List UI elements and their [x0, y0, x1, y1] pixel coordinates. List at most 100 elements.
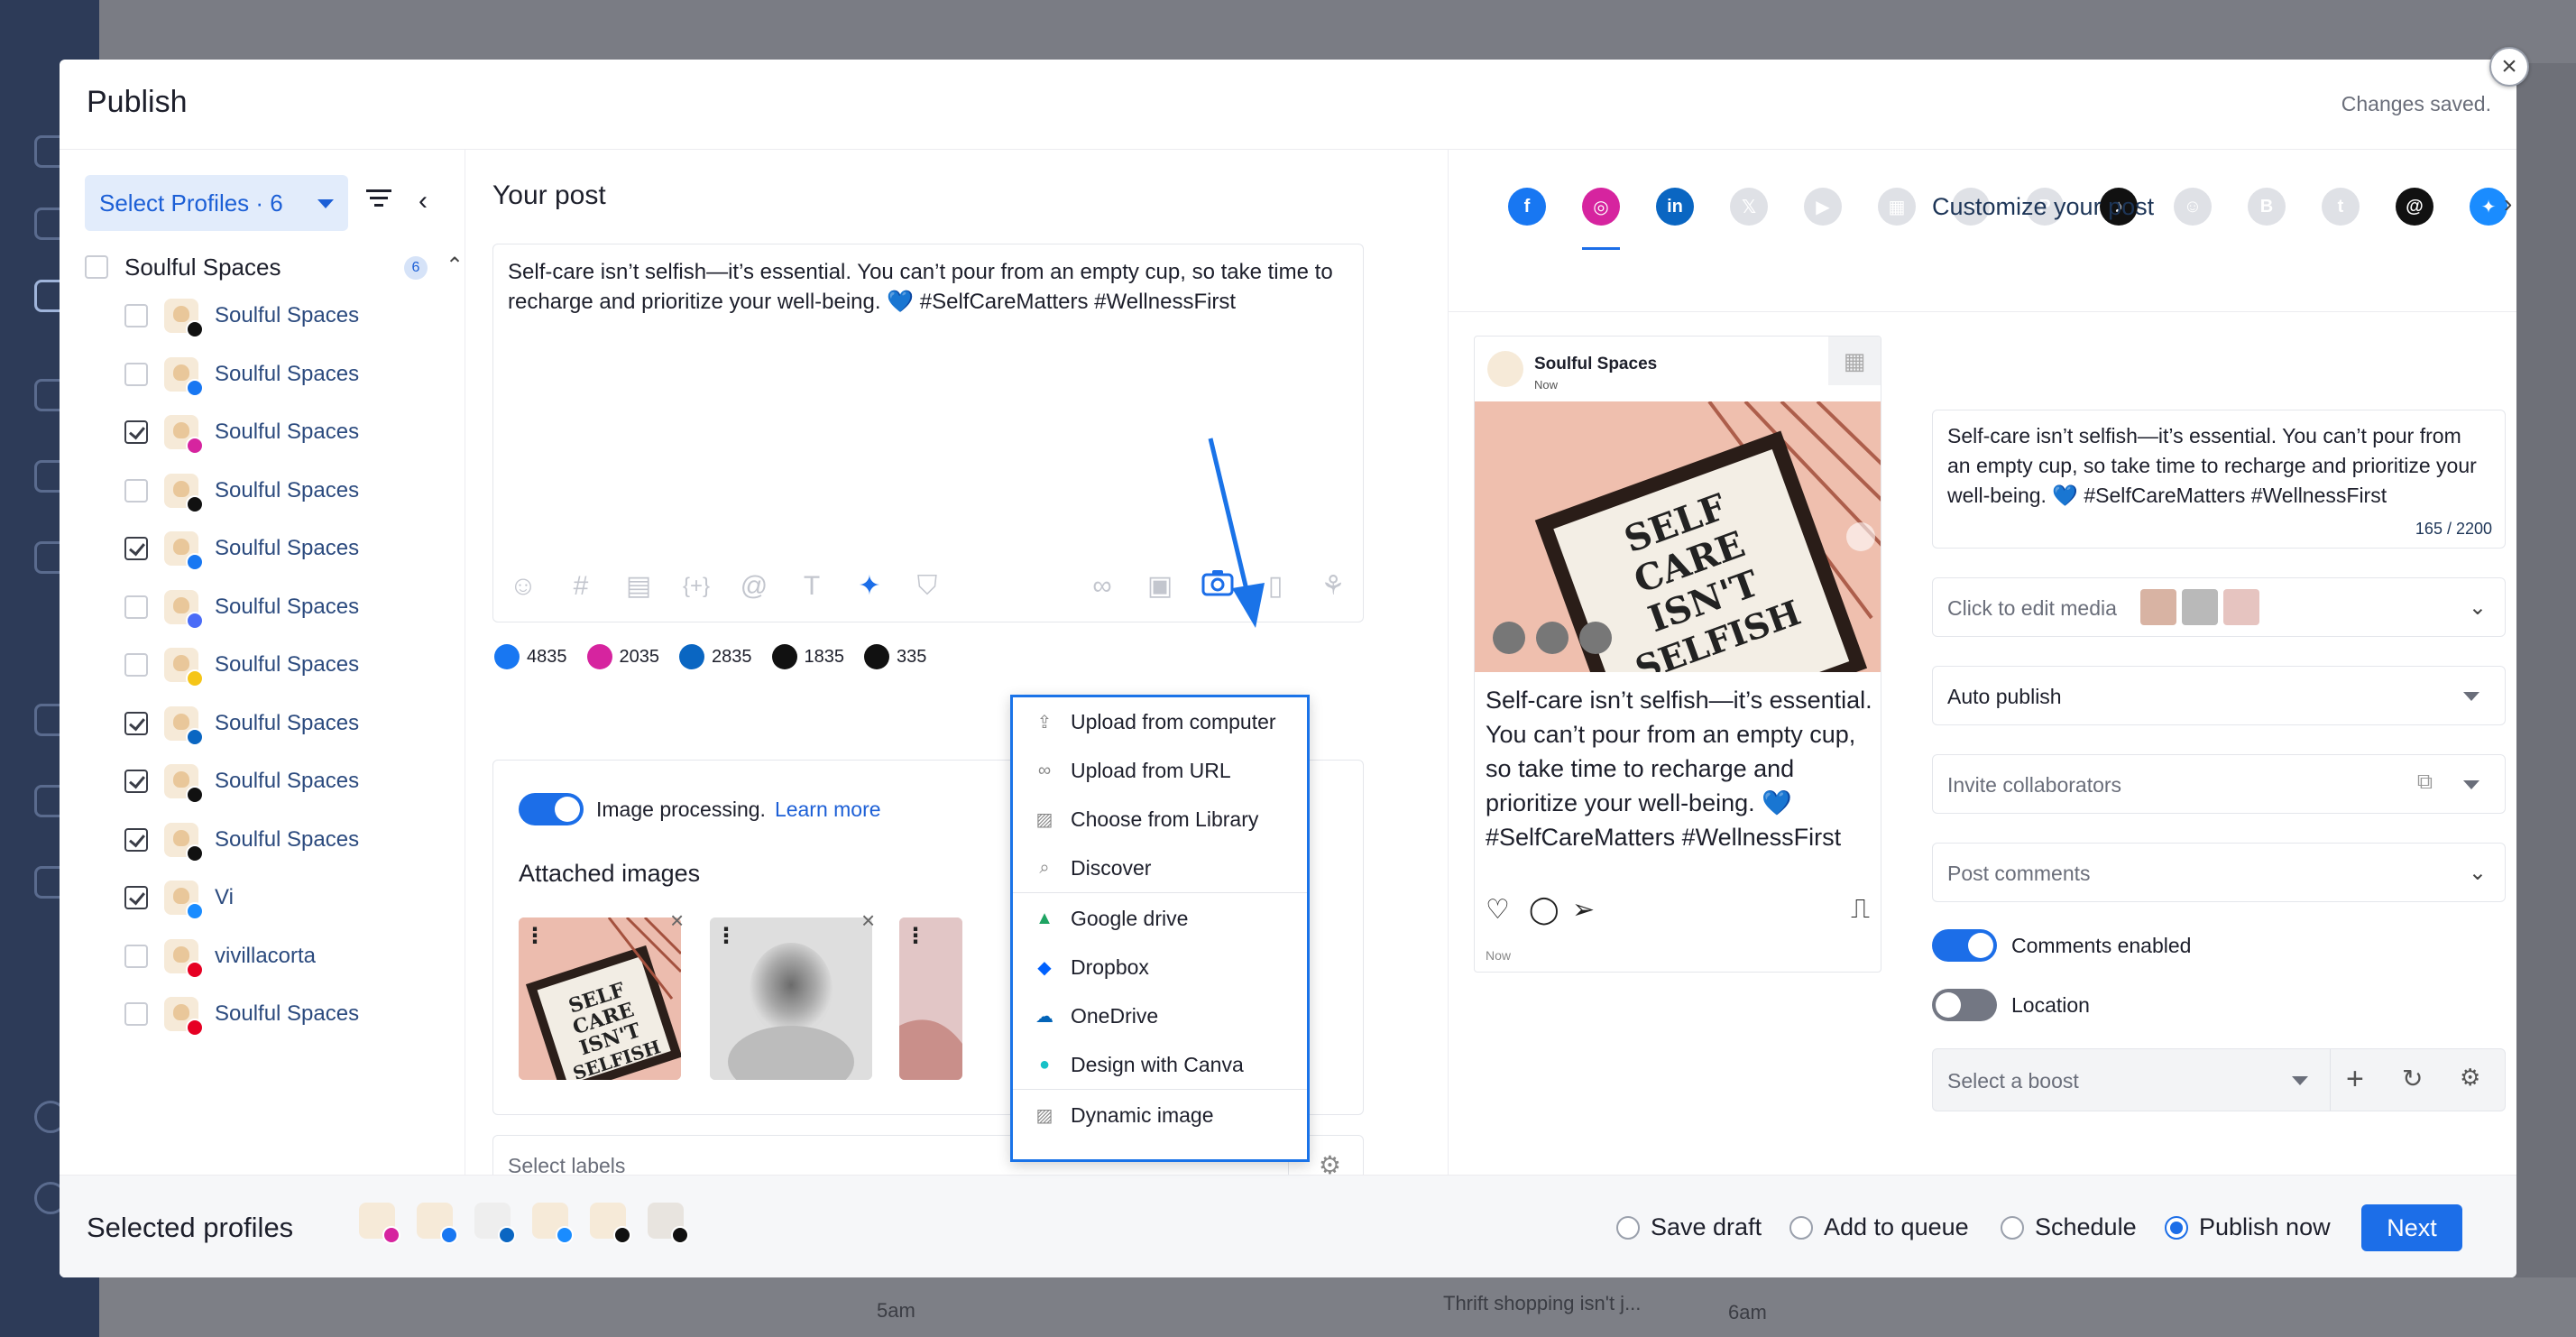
profile-checkbox[interactable] — [124, 711, 148, 735]
select-boost-dropdown[interactable]: Select a boost + ↻ ⚙ — [1932, 1048, 2506, 1111]
profile-checkbox[interactable] — [124, 304, 148, 327]
tab-linkedin[interactable]: in — [1656, 188, 1694, 226]
text-snippet-icon[interactable]: ▤ — [621, 569, 656, 604]
profile-checkbox[interactable] — [124, 886, 148, 909]
attached-image[interactable]: SELF CARE ISN'T SELFISH ⋮ — [519, 917, 681, 1080]
group-checkbox[interactable] — [85, 255, 108, 279]
chevron-right-icon[interactable]: › — [2504, 189, 2512, 218]
location-toggle[interactable] — [1932, 989, 1997, 1021]
variables-icon[interactable]: {+} — [679, 569, 713, 604]
invite-collaborators-input[interactable]: Invite collaborators ⧉ — [1932, 754, 2506, 814]
profile-checkbox[interactable] — [124, 537, 148, 560]
edit-media-dropdown[interactable]: Click to edit media ⌄ — [1932, 577, 2506, 637]
profile-row[interactable]: Soulful Spaces — [124, 589, 359, 630]
profile-row[interactable]: Soulful Spaces — [124, 822, 359, 862]
image-menu-icon[interactable]: ⋮ — [905, 923, 926, 949]
remove-image-icon[interactable]: × — [670, 907, 684, 935]
post-text[interactable]: Self-care isn’t selfish—it’s essential. … — [508, 257, 1356, 317]
profile-checkbox[interactable] — [124, 770, 148, 793]
tab-facebook[interactable]: f — [1508, 188, 1546, 226]
selected-profile-avatar[interactable] — [648, 1203, 689, 1244]
post-comments-dropdown[interactable]: Post comments ⌄ — [1932, 843, 2506, 902]
shield-icon[interactable]: ⛉ — [910, 569, 944, 604]
ai-magic-icon[interactable]: ✦ — [852, 569, 887, 604]
refresh-icon[interactable]: ↻ — [2402, 1064, 2423, 1093]
profile-checkbox[interactable] — [124, 478, 148, 503]
tab-blogger[interactable]: B — [2248, 188, 2286, 226]
add-boost-icon[interactable]: + — [2346, 1062, 2364, 1097]
selected-profile-avatar[interactable] — [590, 1203, 631, 1244]
tab-snapchat[interactable]: ☺ — [2174, 188, 2212, 226]
emoji-icon[interactable]: ☺ — [506, 569, 540, 604]
profile-row[interactable]: Vi — [124, 880, 234, 920]
schedule-option[interactable]: Schedule — [2001, 1213, 2137, 1241]
radio[interactable] — [1616, 1215, 1640, 1240]
menu-item-onedrive[interactable]: ☁ OneDrive — [1013, 991, 1307, 1040]
selected-profile-avatar[interactable] — [359, 1203, 400, 1244]
video-icon[interactable]: ▣ — [1143, 569, 1177, 604]
close-modal-button[interactable]: × — [2489, 47, 2529, 87]
image-processing-toggle[interactable] — [519, 793, 584, 825]
chevron-up-icon[interactable]: ⌃ — [446, 253, 464, 279]
selected-profile-avatar[interactable] — [417, 1203, 458, 1244]
publish-now-option[interactable]: Publish now — [2165, 1213, 2331, 1241]
profile-row[interactable]: Soulful Spaces — [124, 530, 359, 571]
menu-item-dynamic-image[interactable]: ▨ Dynamic image — [1013, 1091, 1307, 1139]
auto-publish-select[interactable]: Auto publish — [1932, 666, 2506, 725]
attached-image[interactable]: ⋮ — [710, 917, 872, 1080]
add-to-queue-option[interactable]: Add to queue — [1789, 1213, 1969, 1241]
customize-text-box[interactable]: Self-care isn’t selfish—it’s essential. … — [1932, 410, 2506, 549]
menu-item-design-with-canva[interactable]: ● Design with Canva — [1013, 1040, 1307, 1089]
link-icon[interactable]: ∞ — [1085, 569, 1119, 604]
profile-checkbox[interactable] — [124, 362, 148, 386]
next-button[interactable]: Next — [2361, 1204, 2462, 1251]
filter-icon[interactable] — [366, 189, 391, 211]
tab-tumblr[interactable]: t — [2322, 188, 2360, 226]
profile-checkbox[interactable] — [124, 944, 148, 968]
tab-x[interactable]: 𝕏 — [1730, 188, 1768, 226]
grid-icon[interactable]: ▦ — [1828, 337, 1881, 385]
profile-checkbox[interactable] — [124, 420, 148, 444]
tab-instagram[interactable]: ◎ — [1582, 188, 1620, 226]
tab-bluesky[interactable]: ✦ — [2470, 188, 2507, 226]
tab-google-business[interactable]: ▦ — [1878, 188, 1916, 226]
menu-item-dropbox[interactable]: ◆ Dropbox — [1013, 943, 1307, 991]
menu-item-google-drive[interactable]: ▲ Google drive — [1013, 894, 1307, 943]
profile-row[interactable]: Soulful Spaces — [124, 298, 359, 338]
menu-item-upload-from-computer[interactable]: ⇪ Upload from computer — [1013, 697, 1307, 746]
customize-text[interactable]: Self-care isn’t selfish—it’s essential. … — [1947, 421, 2489, 511]
profile-row[interactable]: Soulful Spaces — [124, 763, 359, 804]
profile-row[interactable]: Soulful Spaces — [124, 473, 359, 513]
learn-more-link[interactable]: Learn more — [775, 798, 881, 822]
mention-icon[interactable]: @ — [737, 569, 771, 604]
collapse-panel-icon[interactable]: ‹ — [419, 186, 428, 217]
remove-image-icon[interactable]: × — [861, 907, 875, 935]
text-format-icon[interactable]: T — [795, 569, 829, 604]
profile-group-row[interactable]: Soulful Spaces 6 ⌃ — [85, 249, 464, 285]
image-menu-icon[interactable]: ⋮ — [715, 923, 737, 949]
tab-threads[interactable]: @ — [2396, 188, 2433, 226]
image-menu-icon[interactable]: ⋮ — [524, 923, 546, 949]
selected-profile-avatar[interactable] — [532, 1203, 574, 1244]
profile-checkbox[interactable] — [124, 595, 148, 619]
menu-item-choose-from-library[interactable]: ▨ Choose from Library — [1013, 795, 1307, 844]
menu-item-discover[interactable]: ⌕ Discover — [1013, 844, 1307, 892]
profile-row[interactable]: Soulful Spaces — [124, 356, 359, 397]
profile-row[interactable]: vivillacorta — [124, 938, 316, 979]
selected-profile-avatar[interactable] — [474, 1203, 516, 1244]
comments-enabled-toggle[interactable] — [1932, 929, 1997, 962]
hashtag-icon[interactable]: # — [564, 569, 598, 604]
tab-youtube[interactable]: ▶ — [1804, 188, 1842, 226]
media-library-icon[interactable]: ⚘ — [1316, 569, 1350, 604]
profile-checkbox[interactable] — [124, 827, 148, 852]
radio[interactable] — [2165, 1215, 2188, 1240]
gear-icon[interactable]: ⚙ — [2460, 1064, 2480, 1092]
copy-icon[interactable]: ⧉ — [2417, 770, 2433, 795]
select-profiles-dropdown[interactable]: Select Profiles · 6 — [85, 175, 348, 231]
save-draft-option[interactable]: Save draft — [1616, 1213, 1762, 1241]
menu-item-upload-from-url[interactable]: ∞ Upload from URL — [1013, 746, 1307, 795]
radio[interactable] — [1789, 1215, 1813, 1240]
profile-row[interactable]: Soulful Spaces — [124, 647, 359, 687]
profile-row[interactable]: Soulful Spaces — [124, 705, 359, 746]
profile-row[interactable]: Soulful Spaces — [124, 414, 359, 455]
